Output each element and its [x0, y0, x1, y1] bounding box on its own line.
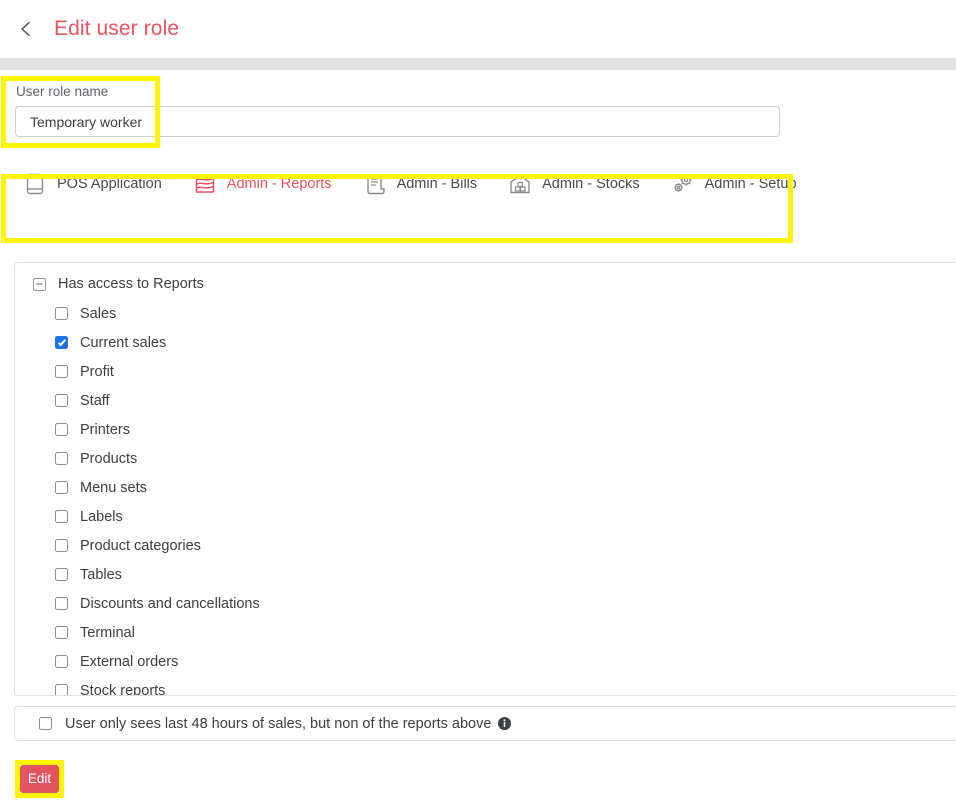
user-role-name-input[interactable] [15, 106, 780, 137]
permission-checkbox-current-sales[interactable] [55, 336, 68, 349]
permission-checkbox-terminal[interactable] [55, 626, 68, 639]
permission-label: Terminal [80, 624, 135, 641]
chart-icon [192, 171, 218, 197]
permission-row-terminal[interactable]: Terminal [15, 618, 956, 647]
permission-checkbox-printers[interactable] [55, 423, 68, 436]
permission-checkbox-products[interactable] [55, 452, 68, 465]
edit-button[interactable]: Edit [20, 765, 59, 793]
permission-row-labels[interactable]: Labels [15, 502, 956, 531]
header-divider [0, 58, 956, 70]
tab-label: Admin - Setup [704, 175, 797, 192]
permission-checkbox-menu-sets[interactable] [55, 481, 68, 494]
scroll-icon [362, 171, 388, 197]
limited-sales-note-card: User only sees last 48 hours of sales, b… [14, 706, 956, 741]
page-header: Edit user role [0, 0, 956, 58]
permission-row-profit[interactable]: Profit [15, 357, 956, 386]
permission-row-external-orders[interactable]: External orders [15, 647, 956, 676]
permission-checkbox-product-categories[interactable] [55, 539, 68, 552]
permission-checkbox-discounts-and-cancellations[interactable] [55, 597, 68, 610]
limited-sales-checkbox[interactable] [39, 717, 52, 730]
permission-checkbox-external-orders[interactable] [55, 655, 68, 668]
permission-row-sales[interactable]: Sales [15, 299, 956, 328]
permission-label: Current sales [80, 334, 167, 351]
permission-label: Products [80, 450, 138, 467]
permission-checkbox-sales[interactable] [55, 307, 68, 320]
permission-label: Profit [80, 363, 114, 380]
permission-label: Printers [80, 421, 130, 438]
tab-label: POS Application [57, 175, 162, 192]
permission-row-staff[interactable]: Staff [15, 386, 956, 415]
permission-row-current-sales[interactable]: Current sales [15, 328, 956, 357]
permission-label: Stock reports [80, 682, 166, 696]
permission-row-products[interactable]: Products [15, 444, 956, 473]
permission-label: Discounts and cancellations [80, 595, 260, 612]
permission-checkbox-tables[interactable] [55, 568, 68, 581]
permission-checkbox-profit[interactable] [55, 365, 68, 378]
tab-label: Admin - Bills [396, 175, 478, 192]
permission-label: Staff [80, 392, 110, 409]
user-role-name-label: User role name [16, 84, 109, 99]
permission-tab-bar: POS Application Admin - Reports Admin - … [0, 150, 956, 218]
permission-row-tables[interactable]: Tables [15, 560, 956, 589]
permission-label: External orders [80, 653, 179, 670]
permission-row-discounts-and-cancellations[interactable]: Discounts and cancellations [15, 589, 956, 618]
permission-checkbox-staff[interactable] [55, 394, 68, 407]
tab-label: Admin - Reports [226, 175, 332, 192]
tab-label: Admin - Stocks [542, 175, 640, 192]
page-title: Edit user role [54, 17, 180, 40]
permission-row-stock-reports[interactable]: Stock reports [15, 676, 956, 696]
limited-sales-label: User only sees last 48 hours of sales, b… [65, 715, 492, 732]
user-role-name-section: User role name [0, 70, 956, 150]
tab-admin-setup[interactable]: Admin - Setup [670, 171, 797, 197]
collapse-minus-icon[interactable] [33, 277, 46, 291]
permission-label: Product categories [80, 537, 201, 554]
info-icon[interactable] [498, 717, 512, 730]
permission-label: Labels [80, 508, 123, 525]
permission-label: Menu sets [80, 479, 147, 496]
permissions-parent-row[interactable]: Has access to Reports [15, 272, 956, 296]
permission-checkbox-labels[interactable] [55, 510, 68, 523]
gears-icon [670, 171, 696, 197]
tablet-icon [22, 171, 48, 197]
permission-label: Tables [80, 566, 122, 583]
permissions-parent-label: Has access to Reports [58, 276, 204, 292]
tab-admin-reports[interactable]: Admin - Reports [192, 171, 332, 197]
permission-row-product-categories[interactable]: Product categories [15, 531, 956, 560]
chevron-left-icon[interactable] [14, 16, 40, 42]
permission-row-menu-sets[interactable]: Menu sets [15, 473, 956, 502]
tab-admin-bills[interactable]: Admin - Bills [362, 171, 478, 197]
warehouse-icon [507, 171, 533, 197]
permission-row-printers[interactable]: Printers [15, 415, 956, 444]
tab-pos-application[interactable]: POS Application [22, 171, 162, 197]
permissions-card: Has access to Reports Sales Current sale… [14, 262, 956, 696]
permission-checkbox-stock-reports[interactable] [55, 684, 68, 695]
tab-admin-stocks[interactable]: Admin - Stocks [507, 171, 640, 197]
permission-label: Sales [80, 305, 117, 322]
